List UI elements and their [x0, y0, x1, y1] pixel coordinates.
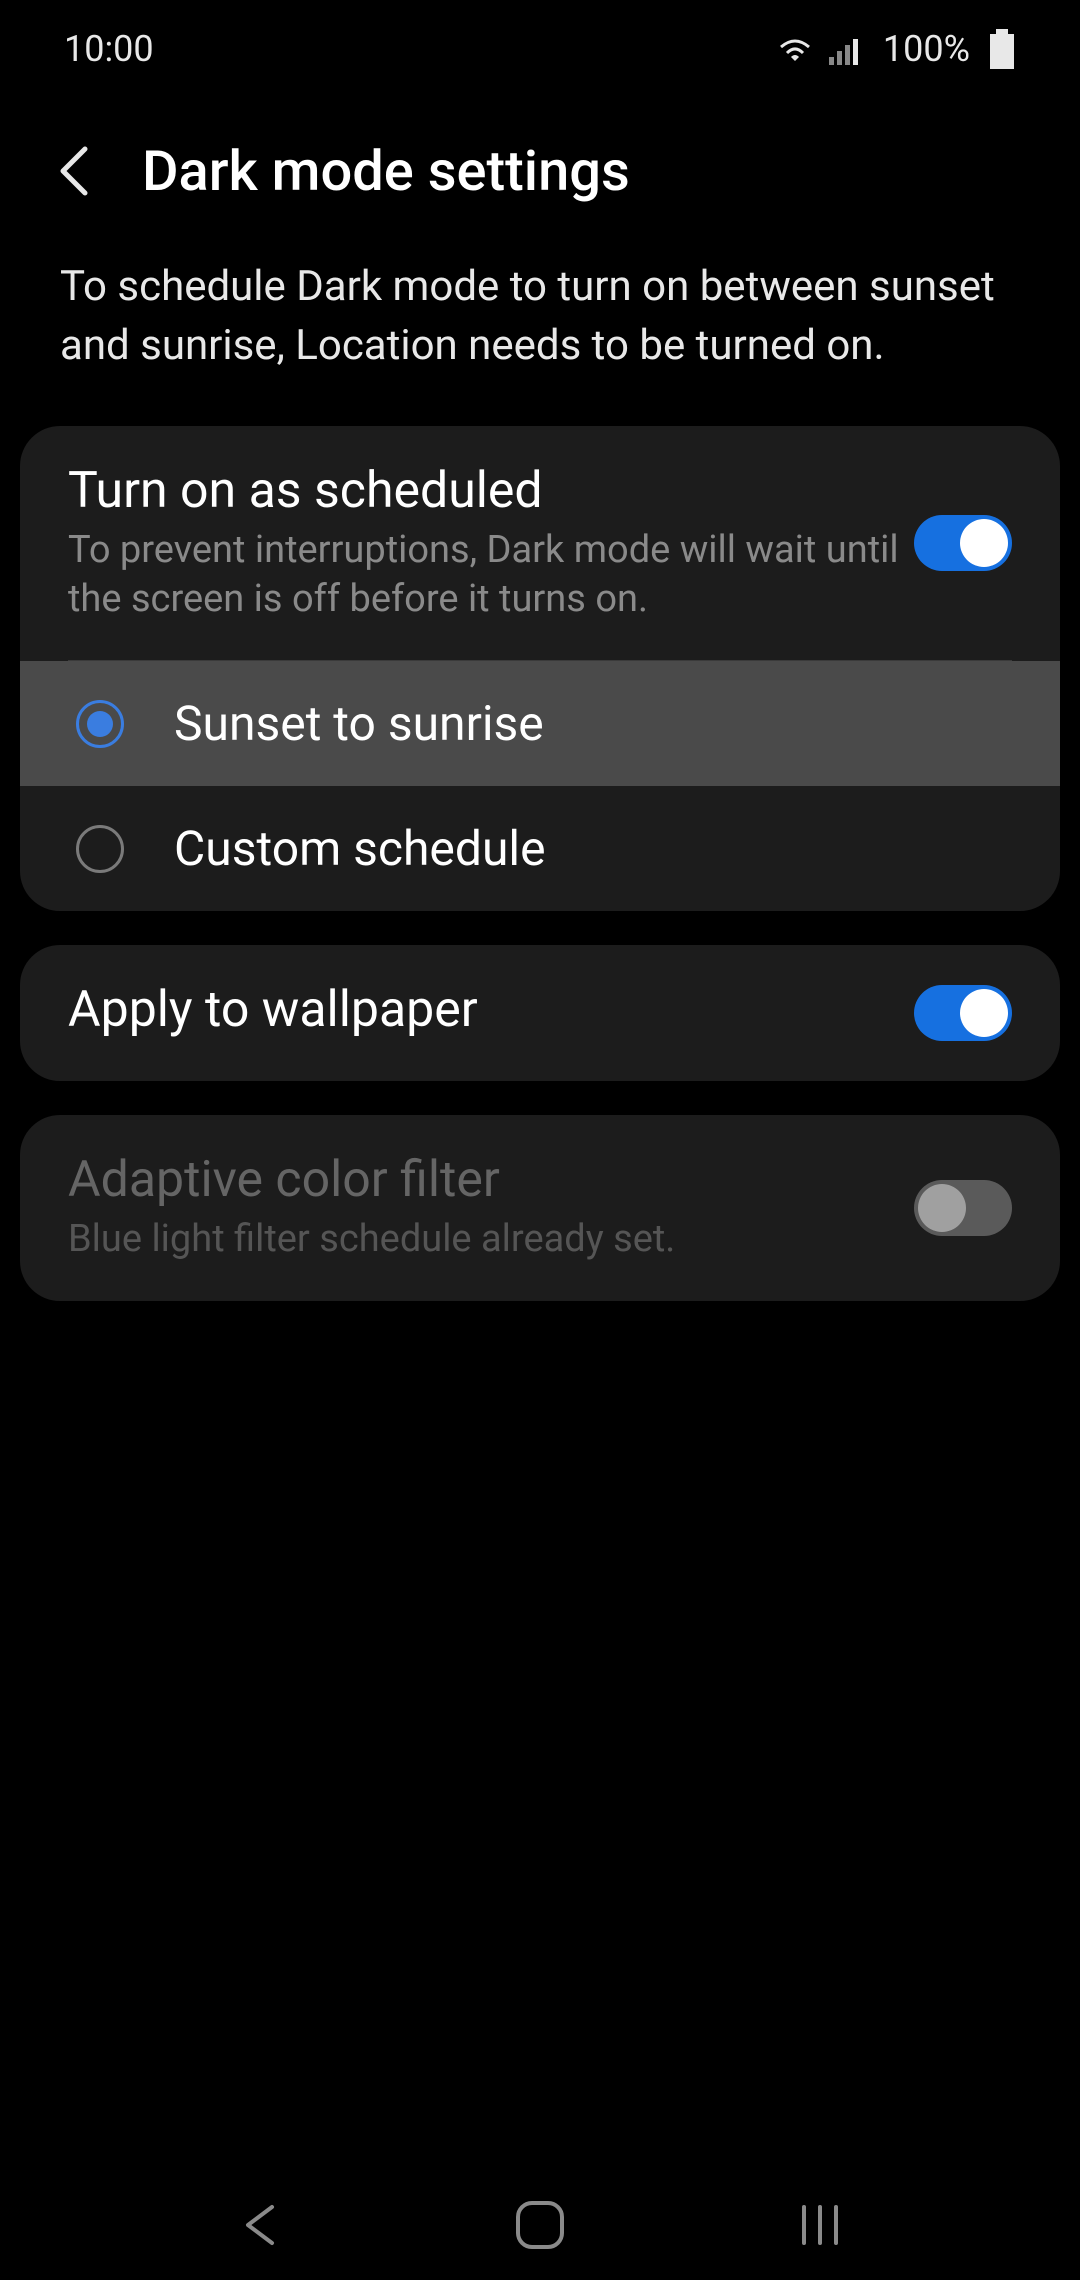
nav-back-icon: [240, 2201, 280, 2249]
status-battery-text: 100%: [883, 28, 970, 70]
schedule-content: Turn on as scheduled To prevent interrup…: [68, 462, 914, 625]
wallpaper-content: Apply to wallpaper: [68, 981, 914, 1045]
radio-custom-schedule[interactable]: Custom schedule: [20, 786, 1060, 911]
radio-circle-selected: [76, 700, 124, 748]
nav-bar: [0, 2170, 1080, 2280]
nav-recents-icon: [796, 2203, 844, 2247]
status-right: 100%: [775, 28, 1016, 70]
wallpaper-title: Apply to wallpaper: [68, 981, 914, 1039]
radio-label-sunset: Sunset to sunrise: [174, 695, 544, 752]
adaptive-card: Adaptive color filter Blue light filter …: [20, 1115, 1060, 1300]
nav-home-icon: [514, 2199, 566, 2251]
schedule-subtitle: To prevent interruptions, Dark mode will…: [68, 526, 914, 625]
schedule-toggle[interactable]: [914, 515, 1012, 571]
page-title: Dark mode settings: [142, 138, 630, 204]
radio-label-custom: Custom schedule: [174, 820, 546, 877]
status-bar: 10:00 100%: [0, 0, 1080, 98]
schedule-toggle-row[interactable]: Turn on as scheduled To prevent interrup…: [20, 426, 1060, 661]
radio-circle-unselected: [76, 825, 124, 873]
status-time: 10:00: [64, 28, 154, 70]
adaptive-title: Adaptive color filter: [68, 1151, 914, 1209]
nav-recents-button[interactable]: [790, 2195, 850, 2255]
adaptive-toggle-row: Adaptive color filter Blue light filter …: [20, 1115, 1060, 1300]
schedule-card: Turn on as scheduled To prevent interrup…: [20, 426, 1060, 912]
nav-back-button[interactable]: [230, 2195, 290, 2255]
wallpaper-toggle-row[interactable]: Apply to wallpaper: [20, 945, 1060, 1081]
status-icons: [775, 33, 865, 65]
toggle-knob: [960, 989, 1008, 1037]
nav-home-button[interactable]: [510, 2195, 570, 2255]
back-button[interactable]: [48, 146, 98, 196]
toggle-knob: [918, 1184, 966, 1232]
toggle-knob: [960, 519, 1008, 567]
schedule-title: Turn on as scheduled: [68, 462, 914, 520]
back-icon: [57, 145, 89, 197]
wifi-icon: [775, 33, 815, 65]
radio-sunset-sunrise[interactable]: Sunset to sunrise: [20, 661, 1060, 786]
adaptive-subtitle: Blue light filter schedule already set.: [68, 1215, 914, 1264]
battery-icon: [988, 29, 1016, 69]
wallpaper-toggle[interactable]: [914, 985, 1012, 1041]
signal-icon: [829, 33, 865, 65]
adaptive-content: Adaptive color filter Blue light filter …: [68, 1151, 914, 1264]
adaptive-toggle: [914, 1180, 1012, 1236]
wallpaper-card: Apply to wallpaper: [20, 945, 1060, 1081]
info-text: To schedule Dark mode to turn on between…: [0, 238, 1080, 426]
header: Dark mode settings: [0, 98, 1080, 238]
radio-inner: [87, 711, 113, 737]
